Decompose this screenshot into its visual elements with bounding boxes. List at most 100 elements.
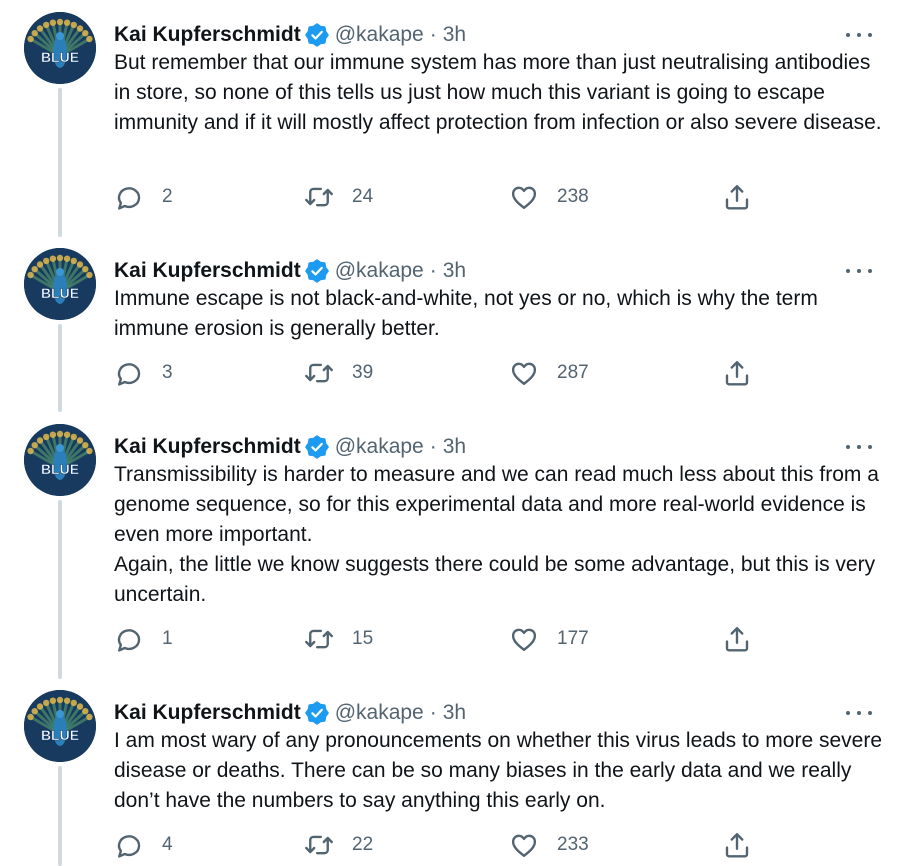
timestamp[interactable]: 3h <box>443 435 466 459</box>
tweet-text: I am most wary of any pronouncements on … <box>114 726 884 816</box>
share-icon <box>722 358 752 388</box>
timestamp[interactable]: 3h <box>443 701 466 725</box>
tweet-text: Transmissibility is harder to measure an… <box>114 460 884 610</box>
like-button[interactable]: 238 <box>509 182 589 212</box>
author-handle[interactable]: @kakape <box>335 23 424 47</box>
reply-count: 2 <box>162 186 173 207</box>
author-name[interactable]: Kai Kupferschmidt <box>114 701 301 725</box>
author-name[interactable]: Kai Kupferschmidt <box>114 259 301 283</box>
retweet-count: 15 <box>352 628 374 649</box>
author-handle[interactable]: @kakape <box>335 435 424 459</box>
tweet-text: But remember that our immune system has … <box>114 48 884 138</box>
svg-text:BLUE: BLUE <box>41 727 79 743</box>
retweet-button[interactable]: 24 <box>304 182 373 212</box>
tweet-actions: 1 15 177 <box>114 624 764 654</box>
verified-badge-icon <box>304 259 329 283</box>
reply-count: 4 <box>162 834 173 855</box>
thread-connector-line <box>58 500 62 679</box>
tweet-actions: 2 24 238 <box>114 182 764 212</box>
like-count: 177 <box>557 628 589 649</box>
reply-icon <box>114 624 144 654</box>
share-icon <box>722 830 752 860</box>
tweet-thread: BLUE Kai Kupferschmidt @kakape · 3h But … <box>0 0 904 866</box>
reply-icon <box>114 358 144 388</box>
retweet-count: 22 <box>352 834 374 855</box>
verified-badge-icon <box>304 23 329 47</box>
reply-button[interactable]: 1 <box>114 624 173 654</box>
thread-connector-line <box>58 324 62 412</box>
heart-icon <box>509 830 539 860</box>
tweet[interactable]: BLUE Kai Kupferschmidt @kakape · 3h I am… <box>0 690 904 866</box>
tweet-paragraph: Immune escape is not black-and-white, no… <box>114 287 818 340</box>
timestamp[interactable]: 3h <box>443 23 466 47</box>
svg-text:BLUE: BLUE <box>41 285 79 301</box>
tweet-actions: 4 22 233 <box>114 830 764 860</box>
retweet-count: 24 <box>352 186 374 207</box>
separator-dot: · <box>429 23 437 46</box>
reply-icon <box>114 182 144 212</box>
separator-dot: · <box>429 259 437 282</box>
tweet-paragraph: I am most wary of any pronouncements on … <box>114 729 883 812</box>
heart-icon <box>509 358 539 388</box>
tweet-paragraph: Transmissibility is harder to measure an… <box>114 463 879 546</box>
avatar[interactable]: BLUE <box>24 690 96 762</box>
tweet-paragraph: But remember that our immune system has … <box>114 51 882 134</box>
thread-connector-line <box>58 766 62 866</box>
tweet-header: Kai Kupferschmidt @kakape · 3h <box>114 258 466 284</box>
retweet-button[interactable]: 15 <box>304 624 373 654</box>
separator-dot: · <box>429 701 437 724</box>
retweet-icon <box>304 830 334 860</box>
author-name[interactable]: Kai Kupferschmidt <box>114 435 301 459</box>
share-button[interactable] <box>722 358 752 388</box>
reply-count: 1 <box>162 628 173 649</box>
share-button[interactable] <box>722 830 752 860</box>
like-button[interactable]: 287 <box>509 358 589 388</box>
author-handle[interactable]: @kakape <box>335 259 424 283</box>
timestamp[interactable]: 3h <box>443 259 466 283</box>
thread-connector-line <box>58 88 62 237</box>
heart-icon <box>509 624 539 654</box>
reply-icon <box>114 830 144 860</box>
share-button[interactable] <box>722 624 752 654</box>
tweet[interactable]: BLUE Kai Kupferschmidt @kakape · 3h Tran… <box>0 424 904 679</box>
like-count: 238 <box>557 186 589 207</box>
retweet-icon <box>304 182 334 212</box>
tweet-header: Kai Kupferschmidt @kakape · 3h <box>114 22 466 48</box>
share-button[interactable] <box>722 182 752 212</box>
reply-button[interactable]: 3 <box>114 358 173 388</box>
retweet-count: 39 <box>352 362 374 383</box>
share-icon <box>722 182 752 212</box>
retweet-icon <box>304 624 334 654</box>
retweet-icon <box>304 358 334 388</box>
like-count: 287 <box>557 362 589 383</box>
more-options-icon[interactable] <box>846 25 872 45</box>
like-count: 233 <box>557 834 589 855</box>
svg-text:BLUE: BLUE <box>41 49 79 65</box>
author-handle[interactable]: @kakape <box>335 701 424 725</box>
verified-badge-icon <box>304 701 329 725</box>
tweet[interactable]: BLUE Kai Kupferschmidt @kakape · 3h Immu… <box>0 248 904 412</box>
svg-text:BLUE: BLUE <box>41 461 79 477</box>
reply-button[interactable]: 4 <box>114 830 173 860</box>
reply-count: 3 <box>162 362 173 383</box>
retweet-button[interactable]: 39 <box>304 358 373 388</box>
avatar[interactable]: BLUE <box>24 12 96 84</box>
tweet[interactable]: BLUE Kai Kupferschmidt @kakape · 3h But … <box>0 12 904 237</box>
retweet-button[interactable]: 22 <box>304 830 373 860</box>
tweet-header: Kai Kupferschmidt @kakape · 3h <box>114 434 466 460</box>
more-options-icon[interactable] <box>846 703 872 723</box>
separator-dot: · <box>429 435 437 458</box>
avatar[interactable]: BLUE <box>24 248 96 320</box>
avatar[interactable]: BLUE <box>24 424 96 496</box>
heart-icon <box>509 182 539 212</box>
tweet-actions: 3 39 287 <box>114 358 764 388</box>
reply-button[interactable]: 2 <box>114 182 173 212</box>
like-button[interactable]: 177 <box>509 624 589 654</box>
verified-badge-icon <box>304 435 329 459</box>
more-options-icon[interactable] <box>846 261 872 281</box>
like-button[interactable]: 233 <box>509 830 589 860</box>
more-options-icon[interactable] <box>846 437 872 457</box>
tweet-header: Kai Kupferschmidt @kakape · 3h <box>114 700 466 726</box>
share-icon <box>722 624 752 654</box>
author-name[interactable]: Kai Kupferschmidt <box>114 23 301 47</box>
